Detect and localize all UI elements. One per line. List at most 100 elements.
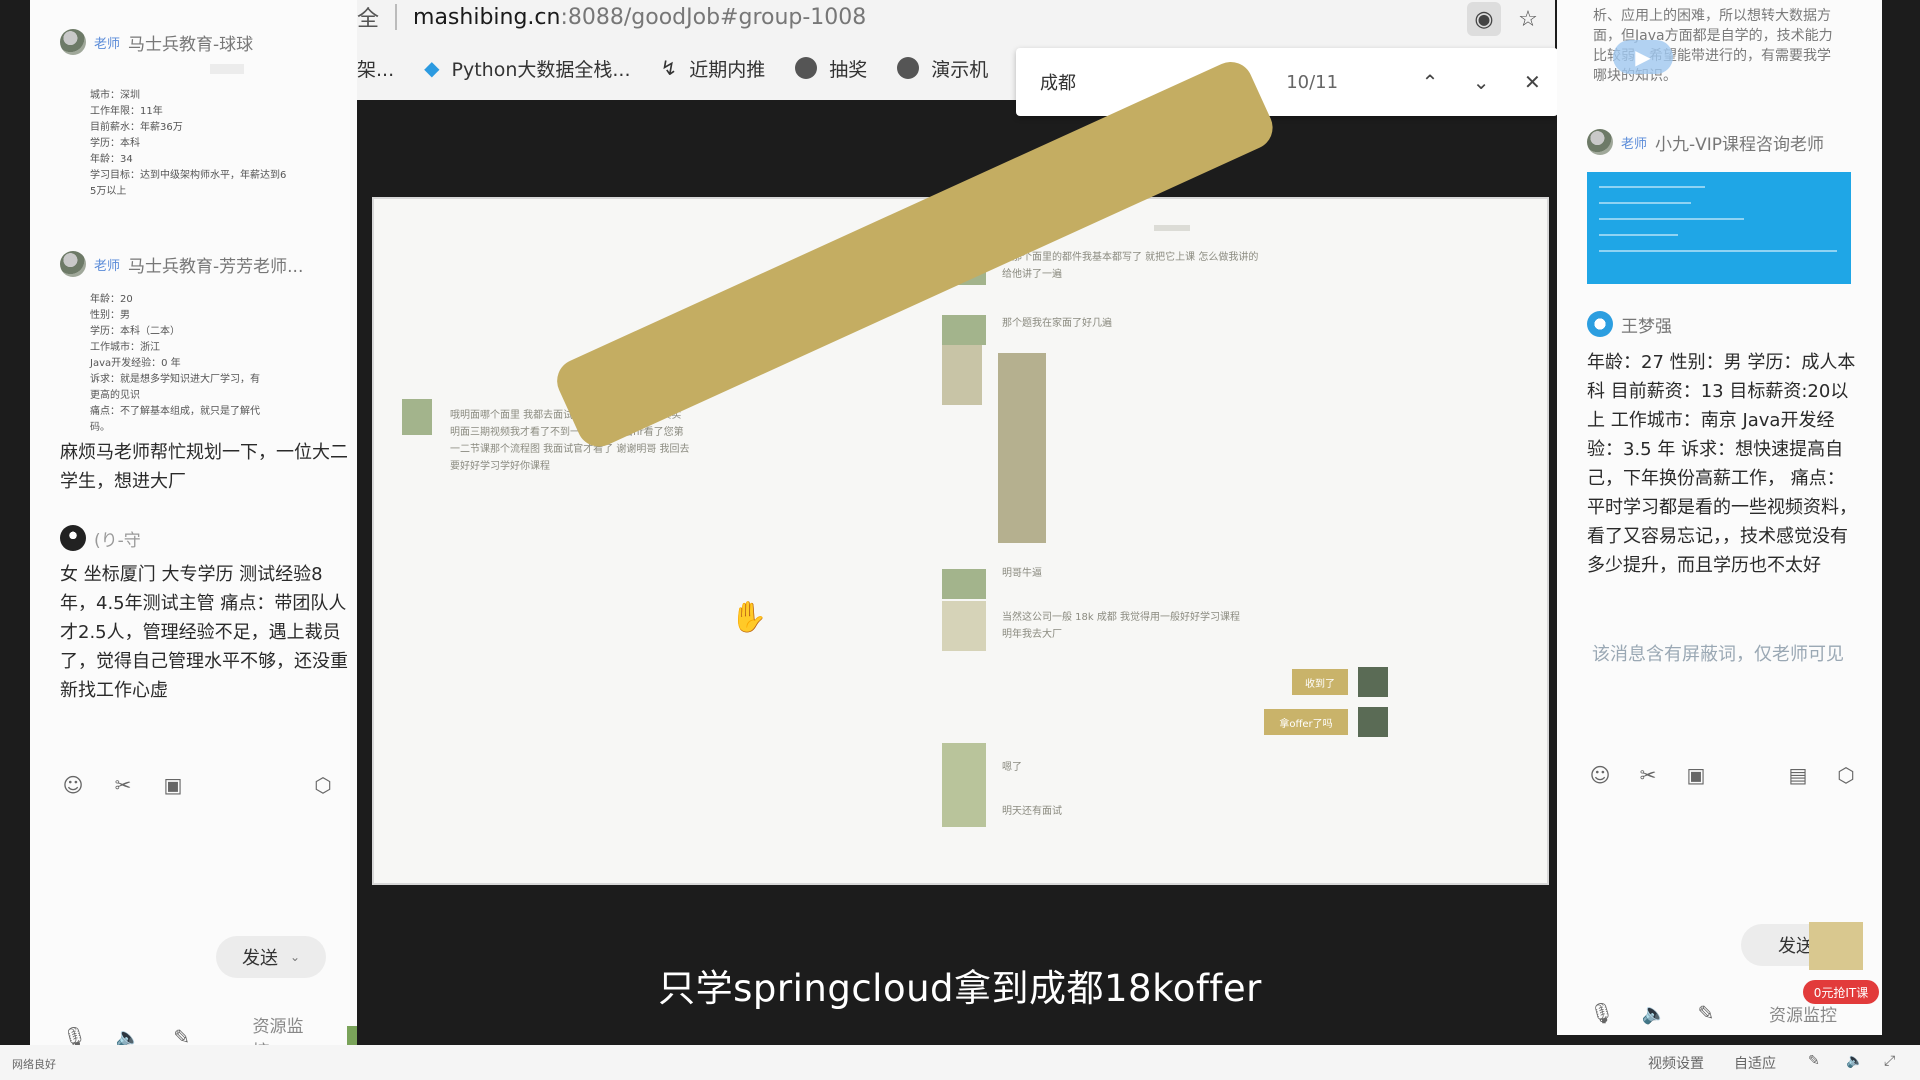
info-card: 城市：深圳 工作年限：11年 目前薪水：年薪36万 学历：本科 年龄：34 学习… — [90, 88, 350, 200]
bookmark-label: 架... — [357, 58, 395, 81]
microphone-icon[interactable]: 🎙 — [1589, 1000, 1615, 1026]
message-header: 王梦强 — [1587, 310, 1857, 338]
chevron-down-icon[interactable]: ⌄ — [1456, 56, 1507, 108]
card-decoration — [210, 64, 244, 74]
speaker-icon[interactable]: 🔈 — [1641, 1000, 1667, 1026]
screenshot-icon[interactable]: ◉ — [1467, 2, 1501, 36]
chat-message: 老师 马士兵教育-芳芳老师... 年龄：20 性别：男 学历：本科（二本） 工作… — [60, 250, 350, 496]
video-settings-button[interactable]: 视频设置 — [1648, 1053, 1704, 1073]
chat-message: 王梦强 年龄：27 性别：男 学历：成人本科 目前薪资：13 目标薪资:20以上… — [1587, 310, 1857, 580]
emoji-icon[interactable]: ☺ — [60, 772, 86, 798]
chevron-up-icon[interactable]: ⌃ — [1404, 56, 1455, 108]
image-icon[interactable]: ▣ — [1683, 762, 1709, 788]
info-card: 年龄：20 性别：男 学历：本科（二本） 工作城市：浙江 Java开发经验：0 … — [90, 292, 350, 436]
photo-thumbnail — [942, 345, 982, 405]
network-status: 网络良好 — [12, 1058, 56, 1071]
chat-avatar-image — [942, 315, 986, 345]
sender-name: (り-守 — [94, 530, 141, 551]
bookmark-item[interactable]: ◆ Python大数据全栈... — [424, 55, 630, 82]
message-text: 女 坐标厦门 大专学历 测试经验8年，4.5年测试主管 痛点：带团队人才2.5人… — [60, 564, 348, 701]
message-text: 麻烦马老师帮忙规划一下，一位大二学生，想进大厂 — [60, 442, 348, 492]
promo-image[interactable] — [1809, 922, 1863, 970]
arrow-icon: ↯ — [660, 56, 678, 80]
card-line: 学习目标：达到中级架构师水平，年薪达到6 — [90, 170, 287, 181]
card-line: 学历：本科（二本） — [90, 326, 180, 337]
message-header: (り-守 — [60, 524, 350, 552]
card-line: 工作年限：11年 — [90, 106, 163, 117]
scissors-icon[interactable]: ✂ — [110, 772, 136, 798]
message-board-icon[interactable]: ▤ — [1785, 762, 1811, 788]
chat-text: 你那个面里的都件我基本都写了 就把它上课 怎么做我讲的给他讲了一遍 — [1002, 252, 1259, 280]
bookmark-item[interactable]: 架... — [357, 55, 394, 82]
avatar[interactable] — [60, 251, 86, 277]
scissors-icon[interactable]: ✂ — [1635, 762, 1661, 788]
avatar[interactable] — [60, 29, 86, 55]
chat-avatar-image — [402, 399, 432, 435]
speaker-icon[interactable]: 🔈 — [1846, 1053, 1863, 1069]
bookmark-label: Python大数据全栈... — [451, 58, 631, 81]
bookmark-item[interactable]: 演示机 — [897, 55, 988, 82]
bookmark-label: 抽奖 — [829, 58, 868, 81]
left-chat-panel: 老师 马士兵教育-球球 城市：深圳 工作年限：11年 目前薪水：年薪36万 学历… — [30, 0, 357, 1062]
pen-icon[interactable]: ✎ — [1808, 1053, 1820, 1069]
bookmark-item[interactable]: ↯ 近期内推 — [661, 55, 766, 82]
chat-avatar-image — [1358, 707, 1388, 737]
role-tag: 老师 — [94, 258, 121, 274]
message-text: 年龄：27 性别：男 学历：成人本科 目前薪资：13 目标薪资:20以上 工作城… — [1587, 352, 1857, 576]
image-icon[interactable]: ▣ — [160, 772, 186, 798]
role-tag: 老师 — [94, 36, 121, 52]
close-icon[interactable]: ✕ — [1507, 56, 1558, 108]
chat-avatar-image — [1358, 667, 1388, 697]
role-tag: 老师 — [1621, 136, 1648, 152]
hexagon-settings-icon[interactable]: ⬡ — [1833, 762, 1859, 788]
sender-name: 王梦强 — [1621, 316, 1672, 337]
photo-thumbnail — [942, 601, 986, 651]
card-line: 学历：本科 — [90, 138, 140, 149]
bookmarks-bar: 架... ◆ Python大数据全栈... ↯ 近期内推 抽奖 演示机 — [357, 50, 988, 86]
bookmark-item[interactable]: 抽奖 — [795, 55, 867, 82]
screen-decoration — [1154, 225, 1190, 231]
card-line: 痛点：不了解基本组成，就只是了解代 — [90, 406, 260, 417]
card-line — [1599, 218, 1745, 220]
avatar[interactable] — [60, 525, 86, 551]
globe-icon — [795, 57, 818, 79]
address-bar[interactable]: 全 mashibing.cn :8088/goodJob#group-1008 — [357, 0, 866, 34]
star-icon[interactable]: ☆ — [1511, 2, 1545, 36]
hexagon-settings-icon[interactable]: ⬡ — [310, 772, 336, 798]
avatar[interactable] — [1587, 129, 1613, 155]
bookmark-label: 演示机 — [931, 58, 989, 81]
card-line: 码。 — [90, 422, 110, 433]
card-line: 5万以上 — [90, 186, 127, 197]
card-line: 工作城市：浙江 — [90, 342, 160, 353]
status-bar: 网络良好 视频设置 自适应 ✎ 🔈 ⤢ — [0, 1045, 1920, 1080]
chat-toolbar: ☺ ✂ ▣ ▤ ⬡ — [1587, 762, 1859, 788]
emoji-icon[interactable]: ☺ — [1587, 762, 1613, 788]
card-line: 性别：男 — [90, 310, 130, 321]
adapt-button[interactable]: 自适应 — [1734, 1053, 1776, 1073]
right-chat-panel: 析、应用上的困难，所以想转大数据方面，但Java方面都是自学的，技术能力比较弱，… — [1557, 0, 1882, 1035]
card-line — [1599, 186, 1705, 188]
diamond-icon: ◆ — [424, 56, 440, 80]
chat-toolbar: ☺ ✂ ▣ ⬡ — [60, 772, 336, 798]
shared-screen: 你那个面里的都件我基本都写了 就把它上课 怎么做我讲的给他讲了一遍 那个题我在家… — [372, 197, 1549, 885]
fullscreen-icon[interactable]: ⤢ — [1884, 1053, 1895, 1069]
chat-text: 嗯了 — [1002, 762, 1022, 773]
play-icon[interactable]: ▶ — [1613, 40, 1673, 74]
card-line — [1599, 250, 1837, 252]
card-line — [1599, 202, 1692, 204]
info-card — [1587, 172, 1851, 284]
card-line: 目前薪水：年薪36万 — [90, 122, 183, 133]
avatar[interactable] — [1587, 311, 1613, 337]
url-host: mashibing.cn — [413, 4, 561, 30]
hand-cursor-icon: ✋ — [730, 600, 768, 635]
resource-monitor-label[interactable]: 资源监控 — [1769, 1001, 1837, 1026]
find-in-page-bar: 成都 10/11 ⌃ ⌄ ✕ — [1016, 48, 1558, 116]
pen-icon[interactable]: ✎ — [1693, 1000, 1719, 1026]
chat-bubble-tag: 拿offer了吗 — [1264, 709, 1348, 735]
bookmark-label: 近期内推 — [689, 58, 766, 81]
find-match-count: 10/11 — [1286, 71, 1339, 93]
chat-message: 老师 马士兵教育-球球 城市：深圳 工作年限：11年 目前薪水：年薪36万 学历… — [60, 28, 350, 200]
card-line: 年龄：20 — [90, 294, 133, 305]
chat-text: 明哥牛逼 — [1002, 568, 1042, 579]
chat-avatar-image — [942, 569, 986, 599]
